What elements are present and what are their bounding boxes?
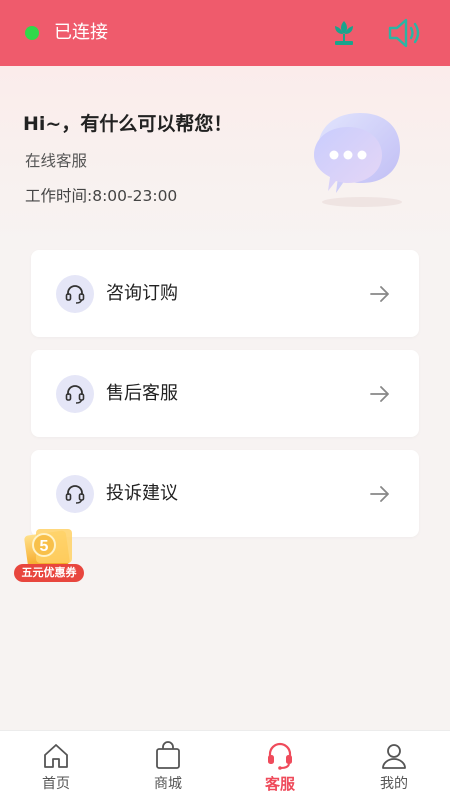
working-hours: 工作时间:8:00-23:00 [25,187,178,205]
headset-icon [56,475,94,513]
service-card-after-sales[interactable]: 售后客服 [31,350,419,437]
service-card-label: 投诉建议 [106,483,178,504]
chat-bubble-icon [314,113,402,207]
top-bar: 已连接 [0,0,450,66]
greeting-title: Hi~，有什么可以帮您！ [23,113,233,135]
speaker-icon[interactable] [386,16,424,50]
nav-label-mine: 我的 [380,776,408,792]
headset-icon [268,742,292,770]
coupon-label[interactable]: 五元优惠券 [14,564,84,582]
arrow-right-icon [370,486,389,502]
connection-status-label: 已连接 [54,22,108,43]
nav-item-mall[interactable]: 商城 [112,731,224,800]
headset-icon [56,375,94,413]
arrow-right-icon [370,386,389,402]
coupon-number: 5 [40,538,49,555]
service-card-label: 咨询订购 [106,283,178,304]
nav-item-mine[interactable]: 我的 [338,731,450,800]
nav-label-home: 首页 [42,776,70,792]
flower-icon[interactable] [328,17,360,49]
home-icon [44,744,68,768]
arrow-right-icon [370,286,389,302]
service-card-consult[interactable]: 咨询订购 [31,250,419,337]
user-icon [382,744,406,769]
nav-item-service[interactable]: 客服 [224,731,336,800]
nav-label-mall: 商城 [154,776,182,792]
headset-icon [56,275,94,313]
service-card-label: 售后客服 [106,383,178,404]
service-card-complaint[interactable]: 投诉建议 [31,450,419,537]
nav-item-home[interactable]: 首页 [0,731,112,800]
service-subtitle: 在线客服 [25,152,88,170]
bottom-nav: 首页 商城 客服 我的 [0,730,450,800]
shopping-bag-icon [156,741,180,769]
nav-label-service: 客服 [264,775,295,793]
connection-status-dot [25,26,39,40]
